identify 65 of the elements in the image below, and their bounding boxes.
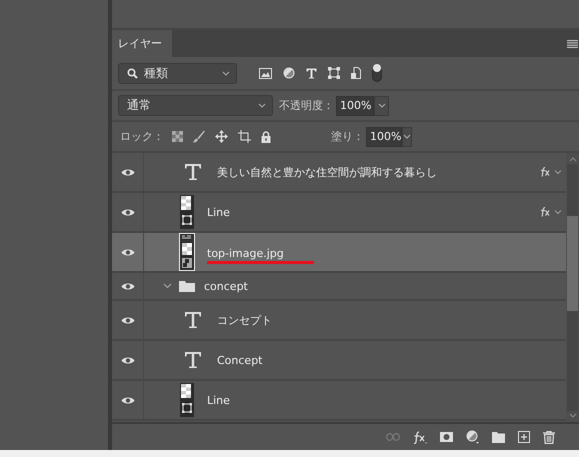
chevron-icon	[378, 103, 386, 108]
type-layer-icon	[184, 311, 202, 329]
layer-row[interactable]: Concept	[112, 341, 566, 381]
opacity-label: 不透明度：	[279, 98, 334, 113]
search-icon	[127, 68, 138, 78]
lock-icon[interactable]	[261, 130, 271, 142]
layer-row[interactable]: Line	[112, 381, 566, 421]
chevron-icon	[222, 70, 230, 76]
eye-icon[interactable]	[120, 208, 134, 216]
menu-icon[interactable]	[567, 40, 578, 48]
fx-icon[interactable]	[540, 207, 562, 217]
smart-object-icon[interactable]	[351, 67, 361, 79]
layer-name: Line	[207, 206, 230, 218]
layer-name: Concept	[217, 354, 262, 366]
artboard-icon[interactable]	[238, 130, 251, 143]
eye-icon[interactable]	[120, 282, 134, 290]
new-layer-icon[interactable]	[518, 431, 530, 443]
layer-name: Line	[207, 394, 230, 406]
fill-dropdown-button[interactable]	[402, 126, 412, 146]
scrollbar-thumb[interactable]	[567, 216, 578, 311]
type-icon[interactable]	[306, 68, 317, 78]
smart-object-thumbnail	[179, 233, 195, 271]
eye-icon[interactable]	[120, 316, 134, 324]
layer-name: concept	[204, 280, 248, 292]
fx-icon[interactable]	[413, 430, 427, 444]
shape-layer-thumbnail	[180, 195, 194, 229]
fx-icon[interactable]	[540, 167, 562, 177]
brush-icon[interactable]	[193, 130, 205, 143]
eye-icon[interactable]	[120, 396, 134, 404]
opacity-dropdown-button[interactable]	[374, 96, 389, 116]
eye-icon[interactable]	[120, 356, 134, 364]
chevron-icon	[403, 134, 412, 139]
half-circle-icon[interactable]	[283, 67, 295, 79]
layer-name: 美しい自然と豊かな住空間が調和する暮らし	[217, 164, 437, 180]
mask-icon[interactable]	[440, 432, 453, 442]
trash-icon[interactable]	[543, 430, 555, 444]
shape-layer-thumbnail	[180, 383, 194, 417]
checkerboard-icon[interactable]	[172, 131, 183, 142]
chevron-icon[interactable]	[163, 283, 172, 289]
type-layer-icon	[184, 163, 202, 181]
folder-icon[interactable]	[492, 432, 505, 442]
layer-name: コンセプト	[217, 312, 272, 328]
eye-icon[interactable]	[120, 168, 134, 176]
scrollbar[interactable]	[566, 153, 579, 422]
blend-mode-dropdown[interactable]: 通常	[118, 95, 273, 116]
eye-icon[interactable]	[120, 248, 134, 256]
layer-row[interactable]: top-image.jpg	[112, 233, 566, 273]
fill-field[interactable]: 100%	[366, 126, 402, 146]
image-icon[interactable]	[259, 68, 272, 78]
half-circle-icon[interactable]	[466, 430, 479, 444]
chevron-icon	[258, 103, 266, 108]
folder-icon	[179, 280, 195, 292]
layers-tab[interactable]: レイヤー	[112, 30, 172, 57]
layer-name: top-image.jpg	[207, 246, 314, 264]
shape-icon[interactable]	[328, 67, 340, 79]
layer-row[interactable]: コンセプト	[112, 301, 566, 341]
layer-row[interactable]: concept	[112, 273, 566, 301]
lock-label: ロック：	[120, 129, 164, 144]
type-layer-icon	[184, 351, 202, 369]
move-icon[interactable]	[215, 130, 228, 143]
filter-dropdown[interactable]: 種類	[118, 62, 237, 84]
filter-toggle[interactable]	[372, 64, 382, 82]
layer-row[interactable]: 美しい自然と豊かな住空間が調和する暮らし	[112, 153, 566, 193]
fill-label: 塗り：	[331, 129, 364, 144]
opacity-field[interactable]: 100%	[336, 96, 374, 116]
